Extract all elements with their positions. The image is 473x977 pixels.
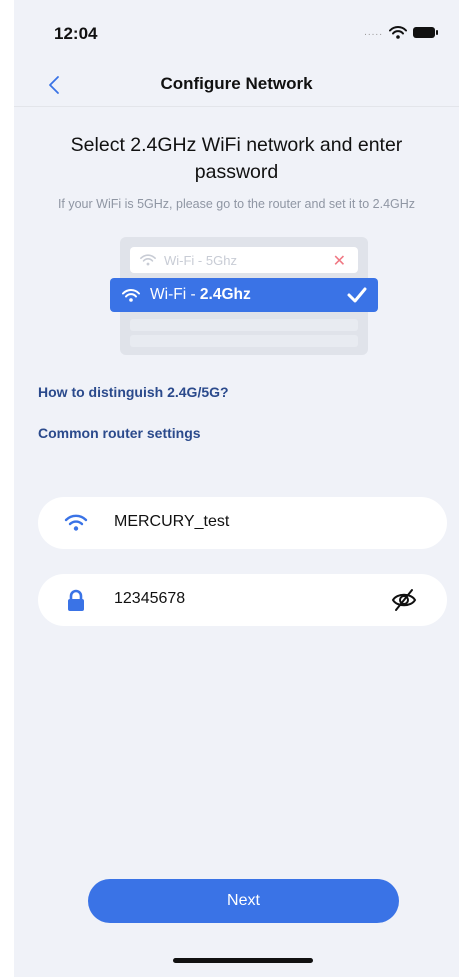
illustration-24g-prefix: Wi-Fi - — [150, 286, 200, 303]
battery-icon — [413, 27, 438, 38]
illustration-placeholder-row — [130, 335, 358, 347]
signal-icon: ..... — [364, 27, 383, 38]
nav-divider — [14, 106, 459, 107]
page-title: Configure Network — [160, 74, 313, 93]
router-settings-link[interactable]: Common router settings — [38, 425, 201, 441]
wifi-icon — [122, 288, 140, 302]
wifi-icon — [64, 514, 88, 531]
wifi-password-field[interactable]: 12345678 — [38, 574, 447, 626]
status-time: 12:04 — [54, 24, 98, 43]
status-icons: ..... — [364, 26, 438, 39]
lock-icon — [68, 589, 84, 611]
distinguish-band-link[interactable]: How to distinguish 2.4G/5G? — [38, 384, 229, 400]
home-indicator — [173, 958, 313, 963]
close-icon: ✕ — [332, 253, 346, 270]
illustration-24g-label: Wi-Fi - 2.4Ghz — [150, 286, 251, 304]
wifi-status-icon — [389, 26, 407, 39]
phone-screen: 12:04 ..... Configure Network Select 2.4… — [14, 0, 459, 977]
wifi-ssid-field[interactable]: MERCURY_test — [38, 497, 447, 549]
instruction-subtitle: If your WiFi is 5GHz, please go to the r… — [57, 197, 416, 211]
illustration-5g-label: Wi-Fi - 5Ghz — [164, 252, 237, 268]
wifi-password-value: 12345678 — [114, 590, 186, 607]
nav-bar: Configure Network — [14, 68, 459, 106]
illustration-24g-row: Wi-Fi - 2.4Ghz — [110, 278, 378, 312]
check-icon — [347, 287, 367, 303]
illustration-placeholder-row — [130, 319, 358, 331]
status-bar: 12:04 ..... — [14, 0, 459, 68]
wifi-icon — [140, 254, 156, 266]
instruction-title: Select 2.4GHz WiFi network and enter pas… — [70, 134, 403, 183]
wifi-band-illustration: Wi-Fi - 5Ghz ✕ Wi-Fi - 2.4Ghz — [110, 237, 378, 355]
wifi-ssid-value: MERCURY_test — [114, 513, 230, 530]
illustration-5g-row: Wi-Fi - 5Ghz ✕ — [130, 247, 358, 273]
eye-off-icon[interactable] — [391, 587, 417, 613]
next-button[interactable]: Next — [88, 879, 399, 923]
illustration-24g-band: 2.4Ghz — [199, 286, 251, 303]
